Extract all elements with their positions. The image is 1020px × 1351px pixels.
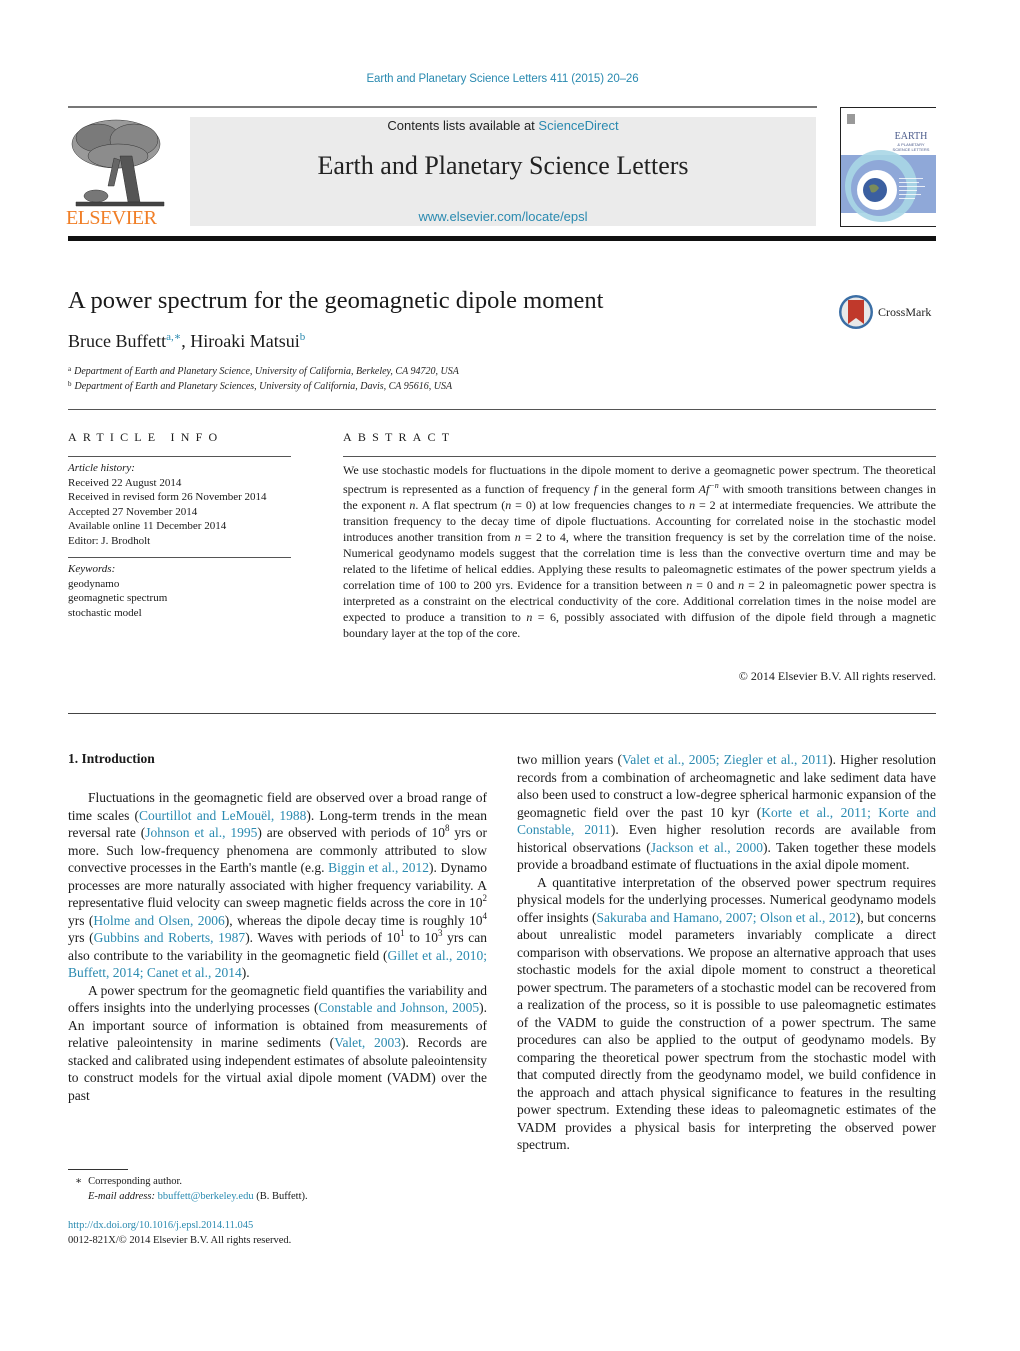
citation-link[interactable]: Valet et al., 2005; Ziegler et al., 2011 — [622, 752, 828, 767]
crossmark-icon — [839, 295, 873, 329]
math-symbol: n — [686, 578, 693, 592]
exponent: 3 — [437, 928, 443, 938]
affiliation: a Department of Earth and Planetary Scien… — [68, 365, 459, 377]
math-symbol: n — [738, 578, 745, 592]
author-separator: , — [181, 331, 191, 351]
elsevier-wordmark: ELSEVIER — [66, 207, 157, 229]
contents-prefix: Contents lists available at — [387, 118, 539, 133]
cover-title-line1: EARTH — [895, 131, 928, 142]
affiliation-text: Department of Earth and Planetary Scienc… — [74, 366, 459, 377]
author-name[interactable]: Hiroaki Matsui — [190, 331, 300, 351]
journal-title: Earth and Planetary Science Letters — [317, 151, 689, 180]
keyword-list: geodynamo geomagnetic spectrum stochastic … — [68, 577, 167, 621]
exponent: 1 — [400, 928, 405, 938]
citation-link[interactable]: Jackson et al., 2000 — [651, 840, 763, 855]
body-right-column: two million years (Valet et al., 2005; Z… — [517, 751, 936, 1154]
corresponding-author-footnote: ∗ Corresponding author. E-mail address: b… — [75, 1174, 308, 1204]
email-link[interactable]: bbuffett@berkeley.edu — [158, 1191, 254, 1202]
journal-cover-thumbnail[interactable]: EARTH & PLANETARY SCIENCE LETTERS — [840, 107, 936, 227]
history-entry: Editor: J. Brodholt — [68, 534, 151, 547]
email-suffix: (B. Buffett). — [253, 1191, 308, 1202]
affiliation-mark: a — [68, 365, 72, 373]
sciencedirect-link[interactable]: ScienceDirect — [538, 118, 618, 133]
info-rule — [68, 456, 291, 457]
abstract-copyright: © 2014 Elsevier B.V. All rights reserved… — [738, 669, 936, 683]
body-left-column: Fluctuations in the geomagnetic field ar… — [68, 789, 487, 1104]
article-history: Article history: Received 22 August 2014… — [68, 461, 267, 548]
history-entry: Received 22 August 2014 — [68, 476, 182, 489]
keywords-label: Keywords: — [68, 563, 116, 575]
journal-reference-link[interactable]: Earth and Planetary Science Letters 411 … — [0, 73, 1005, 85]
author-affiliation-marks[interactable]: a,∗ — [166, 331, 181, 343]
author-name[interactable]: Bruce Buffett — [68, 331, 166, 351]
citation-link[interactable]: Korte et al., 2011; Korte and Constable,… — [517, 805, 936, 838]
abstract-text: We use stochastic models for fluctuation… — [343, 463, 937, 640]
math-symbol: n — [409, 498, 416, 512]
affiliation-rule — [68, 409, 936, 410]
info-rule — [68, 557, 291, 558]
history-label: Article history: — [68, 462, 135, 474]
citation-link[interactable]: Gubbins and Roberts, 1987 — [94, 930, 246, 945]
contents-availability: Contents lists available at ScienceDirec… — [190, 118, 816, 133]
cover-title-line3: SCIENCE LETTERS — [893, 147, 930, 152]
body-paragraph: two million years (Valet et al., 2005; Z… — [517, 752, 937, 872]
citation-link[interactable]: Gillet et al., 2010; Buffett, 2014; Cane… — [68, 948, 487, 981]
citation-link[interactable]: Courtillot and LeMouël, 1988 — [139, 808, 306, 823]
email-label: E-mail address: — [88, 1191, 155, 1202]
history-entry: Received in revised form 26 November 201… — [68, 491, 267, 503]
citation-link[interactable]: Holme and Olsen, 2006 — [93, 913, 224, 928]
math-symbol: Af−n — [698, 481, 719, 496]
abstract-heading: ABSTRACT — [343, 430, 456, 444]
exponent: 4 — [482, 910, 487, 921]
math-symbol: n — [514, 530, 521, 544]
keyword[interactable]: geodynamo — [68, 577, 167, 592]
issn-copyright: 0012-821X/© 2014 Elsevier B.V. All right… — [68, 1235, 292, 1246]
keyword[interactable]: stochastic model — [68, 606, 167, 621]
history-entry: Accepted 27 November 2014 — [68, 505, 198, 518]
doi-block: http://dx.doi.org/10.1016/j.epsl.2014.11… — [68, 1218, 291, 1248]
doi-link[interactable]: http://dx.doi.org/10.1016/j.epsl.2014.11… — [68, 1218, 291, 1233]
abstract-rule — [343, 456, 936, 457]
affiliation-text: Department of Earth and Planetary Scienc… — [74, 381, 453, 392]
keywords-block: Keywords: geodynamo geomagnetic spectrum s… — [68, 562, 167, 620]
citation-link[interactable]: Biggin et al., 2012 — [328, 860, 429, 875]
math-symbol: n — [689, 498, 696, 512]
citation-link[interactable]: Sakuraba and Hamano, 2007; Olson et al.,… — [596, 910, 855, 925]
header-rule — [68, 106, 817, 108]
corresponding-author-label: Corresponding author. — [88, 1176, 183, 1187]
journal-url-link[interactable]: www.elsevier.com/locate/epsl — [190, 209, 816, 224]
affiliation-mark: b — [68, 380, 72, 388]
history-list: Received 22 August 2014 Received in revis… — [68, 476, 267, 549]
section-heading-introduction: 1. Introduction — [68, 751, 155, 766]
body-paragraph: A power spectrum for the geomagnetic fie… — [68, 982, 487, 1103]
citation-link[interactable]: Johnson et al., 1995 — [145, 825, 257, 840]
exponent: 2 — [482, 893, 488, 903]
citation-link[interactable]: Valet, 2003 — [334, 1035, 401, 1050]
crossmark-label: CrossMark — [878, 305, 931, 319]
history-entry: Available online 11 December 2014 — [68, 520, 227, 532]
author-list: Bruce Buffetta,∗, Hiroaki Matsuib — [68, 330, 305, 352]
article-info-heading: ARTICLE INFO — [68, 430, 224, 444]
header-thick-rule — [68, 236, 936, 241]
footnote-mark: ∗ — [75, 1176, 83, 1187]
math-symbol: f — [593, 482, 598, 496]
author-affiliation-marks[interactable]: b — [300, 331, 306, 343]
math-symbol: n — [526, 610, 533, 624]
math-symbol: n — [505, 498, 512, 512]
footnote-rule — [68, 1169, 128, 1170]
crossmark-button[interactable]: CrossMark — [838, 294, 938, 330]
body-rule — [68, 713, 936, 714]
article-title: A power spectrum for the geomagnetic dip… — [68, 287, 604, 314]
body-paragraph: Fluctuations in the geomagnetic field ar… — [68, 790, 488, 981]
keyword[interactable]: geomagnetic spectrum — [68, 591, 167, 606]
body-paragraph: A quantitative interpretation of the obs… — [517, 874, 936, 1153]
citation-link[interactable]: Constable and Johnson, 2005 — [318, 1000, 479, 1015]
exponent: 8 — [444, 823, 450, 833]
affiliation: b Department of Earth and Planetary Scien… — [68, 380, 452, 392]
elsevier-mini-logo-icon — [847, 114, 855, 124]
